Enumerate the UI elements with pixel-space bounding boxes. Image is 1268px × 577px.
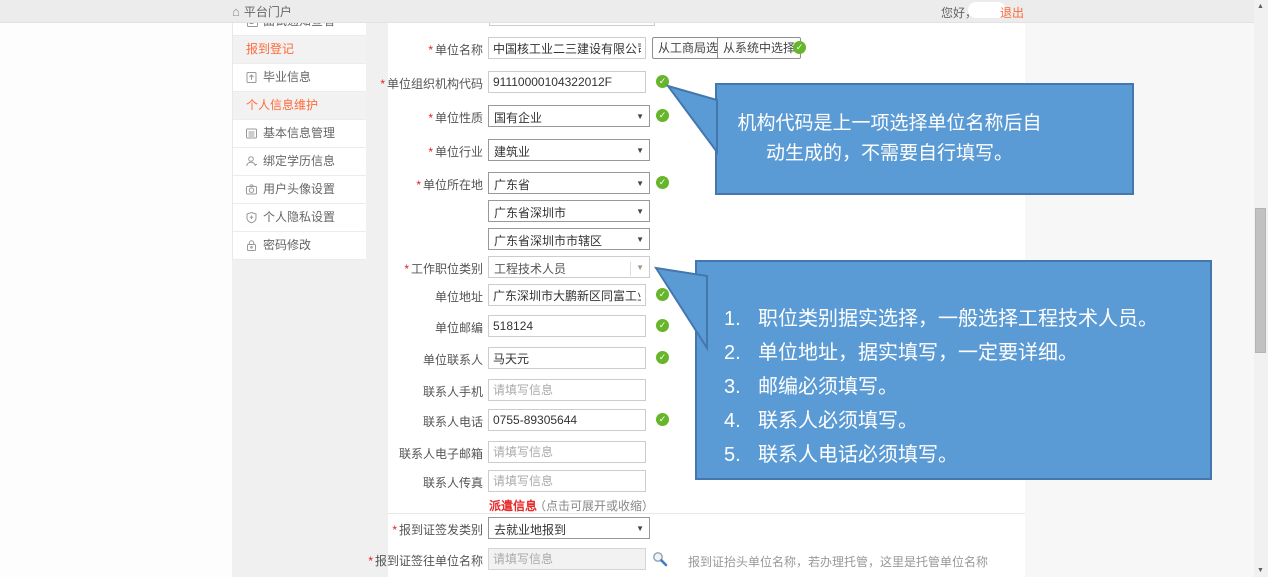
callout-list-item: 1.职位类别据实选择，一般选择工程技术人员。 [724, 302, 1210, 336]
job-category-value: 工程技术人员 [494, 260, 566, 277]
required-marker: * [404, 262, 409, 276]
company-name-input[interactable] [488, 37, 646, 59]
chevron-down-icon: ▼ [636, 179, 644, 188]
select-from-system-button[interactable]: 从系统中选择 [717, 37, 801, 59]
top-bar: ⌂平台门户 您好， 退出 [0, 0, 1254, 23]
chevron-down-icon: ▼ [636, 146, 644, 155]
sidebar-item-privacy-settings-label: 个人隐私设置 [263, 204, 335, 231]
contact-person-label: 单位联系人 [233, 351, 483, 368]
sidebar-item-change-password[interactable]: 密码修改 [233, 232, 366, 260]
chevron-down-icon: ▼ [636, 524, 644, 533]
sidebar-item-clipped[interactable]: 面试通知查看 [233, 22, 366, 36]
contact-phone-label: 联系人电话 [233, 413, 483, 430]
callout-line: 机构代码是上一项选择单位名称后自 [717, 109, 1062, 139]
company-district-value: 广东省深圳市市辖区 [494, 232, 602, 249]
report-cert-unit-label: *报到证签往单位名称 [233, 552, 483, 569]
org-code-label: *单位组织机构代码 [233, 75, 483, 92]
valid-check-icon: ✓ [656, 176, 669, 189]
required-marker: * [392, 523, 397, 537]
company-address-input[interactable] [488, 284, 646, 306]
company-industry-label: *单位行业 [233, 143, 483, 160]
required-marker: * [428, 145, 433, 159]
company-district-select[interactable]: 广东省深圳市市辖区 ▼ [488, 228, 650, 250]
scroll-down-arrow[interactable]: ▼ [1257, 567, 1264, 574]
bubble2-pointer [650, 260, 710, 355]
company-industry-value: 建筑业 [494, 143, 530, 160]
scrollbar-thumb[interactable] [1255, 208, 1266, 353]
sidebar-item-change-password-label: 密码修改 [263, 232, 311, 259]
dispatch-info-toggle[interactable]: 派遣信息 [489, 497, 537, 514]
callout-line: 动生成的，不需要自行填写。 [717, 139, 1062, 169]
callout-list-item: 2.单位地址，据实填写，一定要详细。 [724, 336, 1210, 370]
company-city-select[interactable]: 广东省深圳市 ▼ [488, 200, 650, 222]
contact-fax-label: 联系人传真 [233, 474, 483, 491]
chevron-down-icon: ▼ [636, 207, 644, 216]
company-province-label: *单位所在地 [233, 176, 483, 193]
callout-list-item: 4.联系人必须填写。 [724, 404, 1210, 438]
app-window: ⌂平台门户 您好， 退出 面试通知查看报到登记毕业信息个人信息维护基本信息管理绑… [0, 0, 1268, 577]
postal-code-input[interactable] [488, 315, 646, 337]
required-marker: * [380, 77, 385, 91]
required-marker: * [416, 178, 421, 192]
contact-person-input[interactable] [488, 347, 646, 369]
company-city-value: 广东省深圳市 [494, 204, 566, 221]
report-cert-type-label: *报到证签发类别 [233, 521, 483, 538]
contact-phone-input[interactable] [488, 409, 646, 431]
company-nature-value: 国有企业 [494, 109, 542, 126]
company-nature-label: *单位性质 [233, 109, 483, 126]
report-cert-type-select[interactable]: 去就业地报到 ▼ [488, 517, 650, 539]
chevron-down-icon: ▼ [636, 112, 644, 121]
company-industry-select[interactable]: 建筑业 ▼ [488, 139, 650, 161]
callout-fill-instructions: 1.职位类别据实选择，一般选择工程技术人员。2.单位地址，据实填写，一定要详细。… [695, 260, 1212, 480]
search-icon[interactable] [652, 551, 668, 572]
company-name-label: *单位名称 [233, 41, 483, 58]
job-category-label: *工作职位类别 [233, 260, 483, 277]
company-province-select[interactable]: 广东省 ▼ [488, 172, 650, 194]
job-category-select[interactable]: 工程技术人员 ▼ [488, 256, 650, 278]
dispatch-toggle-hint: （点击可展开或收缩） [534, 497, 654, 514]
callout-org-code: 机构代码是上一项选择单位名称后自动生成的，不需要自行填写。 [715, 83, 1134, 195]
chevron-down-icon: ▼ [630, 262, 644, 276]
required-marker: * [368, 554, 373, 568]
valid-check-icon: ✓ [656, 413, 669, 426]
sidebar-item-privacy-settings[interactable]: 个人隐私设置 [233, 204, 366, 232]
company-nature-select[interactable]: 国有企业 ▼ [488, 105, 650, 127]
scrollbar[interactable]: ▲ ▼ [1254, 0, 1268, 577]
callout-list-item: 5.联系人电话必须填写。 [724, 438, 1210, 472]
contact-mobile-label: 联系人手机 [233, 383, 483, 400]
callout-list-item: 3.邮编必须填写。 [724, 370, 1210, 404]
contact-mobile-input[interactable] [488, 379, 646, 401]
required-marker: * [428, 43, 433, 57]
bubble1-pointer [660, 80, 720, 160]
section-divider [388, 513, 1025, 514]
contact-email-label: 联系人电子邮箱 [233, 445, 483, 462]
sidebar-item-privacy-settings-icon [245, 211, 258, 224]
valid-check-icon: ✓ [793, 41, 806, 54]
company-province-value: 广东省 [494, 176, 530, 193]
contact-fax-input[interactable] [488, 470, 646, 492]
portal-brand: ⌂平台门户 [232, 3, 292, 20]
logout-link[interactable]: 退出 [1000, 4, 1024, 21]
sidebar-item-change-password-icon [245, 239, 258, 252]
contact-email-input[interactable] [488, 441, 646, 463]
report-cert-unit-input[interactable] [488, 548, 646, 570]
org-code-input[interactable] [488, 71, 646, 93]
company-address-label: 单位地址 [233, 288, 483, 305]
required-marker: * [428, 111, 433, 125]
postal-code-label: 单位邮编 [233, 319, 483, 336]
sidebar-item-basic-info-icon [245, 127, 258, 140]
home-icon: ⌂ [232, 4, 240, 19]
report-cert-unit-hint: 报到证抬头单位名称，若办理托管，这里是托管单位名称 [688, 553, 988, 570]
scroll-up-arrow[interactable]: ▲ [1257, 3, 1264, 10]
sidebar-item-clipped-label: 面试通知查看 [263, 22, 335, 35]
chevron-down-icon: ▼ [636, 235, 644, 244]
report-cert-type-value: 去就业地报到 [494, 521, 566, 538]
